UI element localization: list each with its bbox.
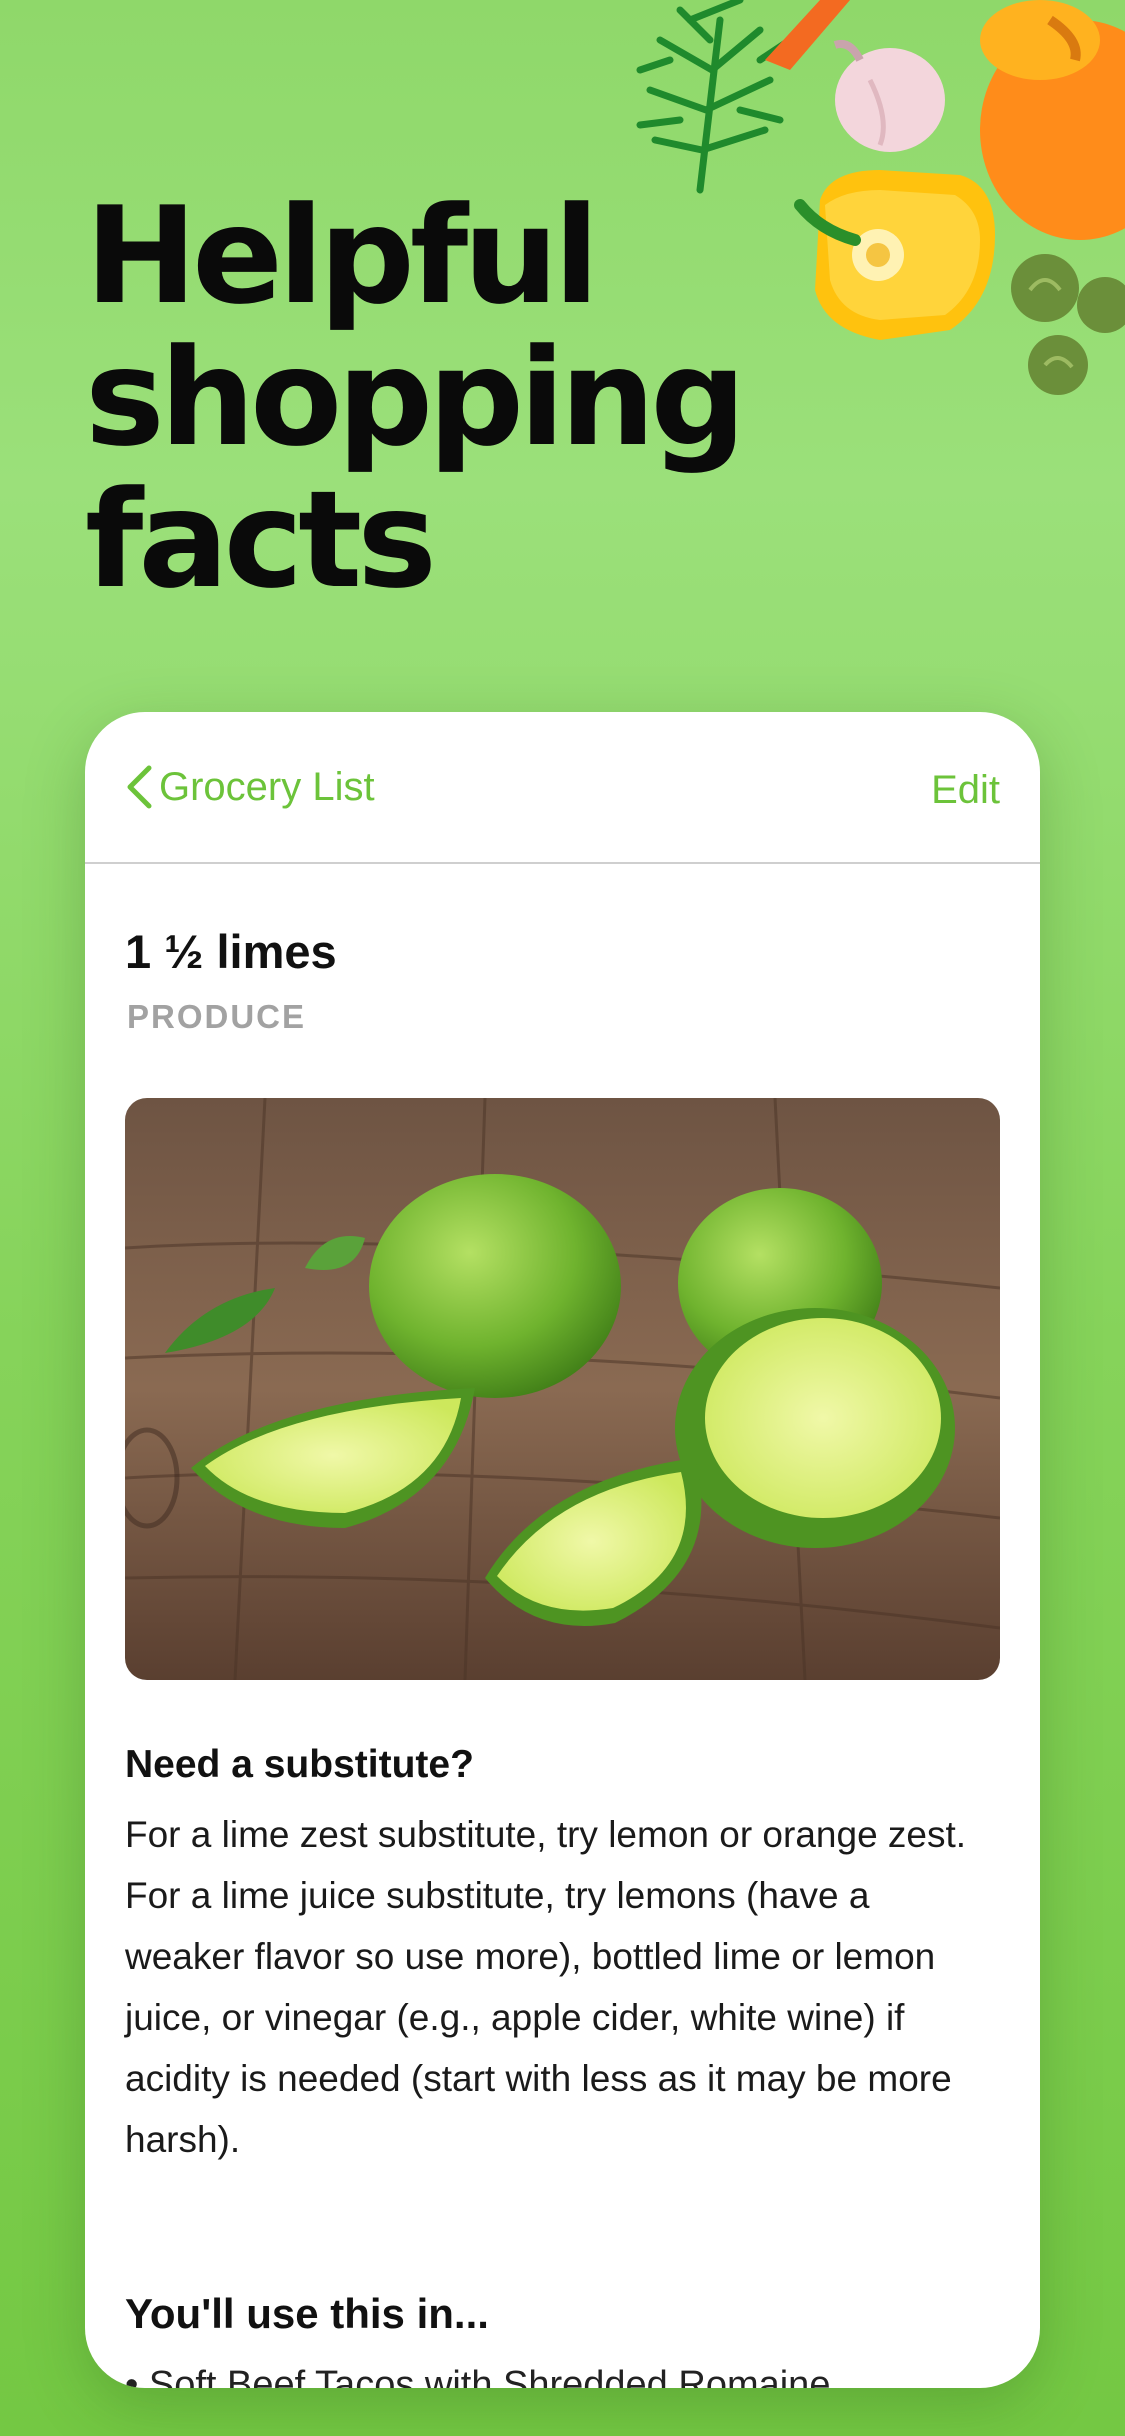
garlic-icon: [833, 40, 945, 152]
edit-button[interactable]: Edit: [931, 768, 1000, 813]
usage-heading: You'll use this in...: [125, 2290, 489, 2337]
item-title: 1 ½ limes: [125, 925, 337, 978]
item-category: PRODUCE: [127, 998, 307, 1035]
yellow-pepper-icon: [794, 170, 995, 340]
phone-screen-card: Grocery List Edit 1 ½ limes PRODUCE Need…: [85, 712, 1040, 2388]
substitute-heading: Need a substitute?: [125, 1743, 474, 1786]
brussels-sprout-icon: [1011, 254, 1125, 395]
recipe-list-item[interactable]: • Soft Beef Tacos with Shredded Romaine: [125, 2364, 1005, 2388]
pumpkin-icon: [980, 0, 1125, 240]
headline-line: facts: [85, 462, 437, 618]
headline-line: shopping: [85, 320, 746, 476]
dill-icon: [636, 0, 794, 194]
substitute-description: For a lime zest substitute, try lemon or…: [125, 1814, 967, 2160]
carrot-icon: [765, 0, 850, 70]
back-button-label: Grocery List: [159, 764, 375, 809]
chevron-left-icon: [127, 765, 152, 809]
limes-photo: [125, 1098, 1000, 1680]
navigation-bar: Grocery List Edit: [85, 712, 1040, 864]
headline-line: Helpful: [85, 178, 600, 334]
back-button[interactable]: Grocery List: [125, 764, 375, 810]
page-headline: Helpful shopping facts: [85, 178, 746, 618]
